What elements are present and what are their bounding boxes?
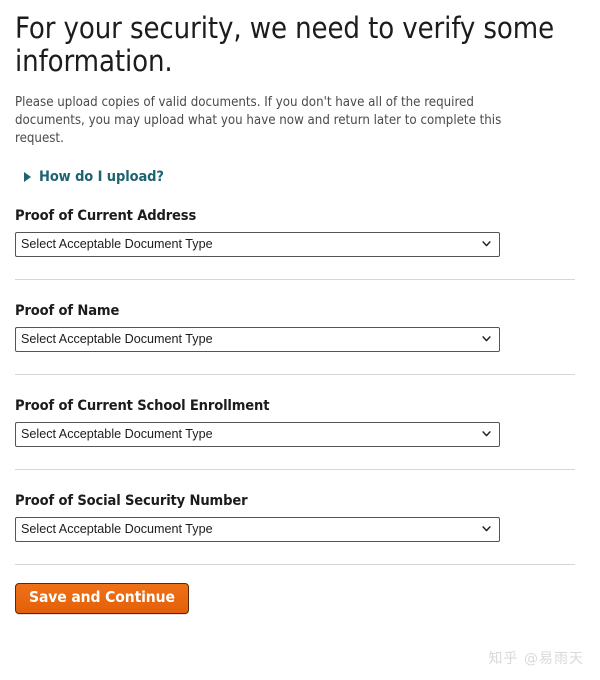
section-label: Proof of Name (15, 302, 120, 320)
how-do-i-upload-label: How do I upload? (39, 169, 164, 186)
section-label: Proof of Current Address (15, 207, 197, 225)
intro-paragraph: Please upload copies of valid documents.… (15, 95, 502, 147)
section-proof-of-current-address: Proof of Current Address Select Acceptab… (15, 185, 585, 258)
document-type-select[interactable]: Select Acceptable Document Type (15, 327, 500, 353)
watermark: 知乎 @易雨天 (488, 651, 584, 667)
save-and-continue-button[interactable]: Save and Continue (15, 583, 189, 614)
section-label: Proof of Social Security Number (15, 492, 248, 510)
section-proof-of-current-school-enrollment: Proof of Current School Enrollment Selec… (15, 375, 585, 448)
section-proof-of-social-security-number: Proof of Social Security Number Select A… (15, 470, 585, 543)
document-type-select-wrapper: Select Acceptable Document Type (15, 517, 500, 543)
section-label: Proof of Current School Enrollment (15, 397, 270, 415)
page-title: For your security, we need to verify som… (15, 11, 555, 79)
document-type-select-wrapper: Select Acceptable Document Type (15, 327, 500, 353)
submit-row: Save and Continue (15, 565, 585, 614)
document-type-select[interactable]: Select Acceptable Document Type (15, 232, 500, 258)
section-proof-of-name: Proof of Name Select Acceptable Document… (15, 280, 585, 353)
how-do-i-upload-toggle[interactable]: How do I upload? (24, 169, 164, 185)
document-type-select-wrapper: Select Acceptable Document Type (15, 422, 500, 448)
verification-page: For your security, we need to verify som… (0, 0, 600, 680)
document-type-select[interactable]: Select Acceptable Document Type (15, 517, 500, 543)
triangle-right-icon (24, 172, 31, 183)
document-type-select[interactable]: Select Acceptable Document Type (15, 422, 500, 448)
document-type-select-wrapper: Select Acceptable Document Type (15, 232, 500, 258)
